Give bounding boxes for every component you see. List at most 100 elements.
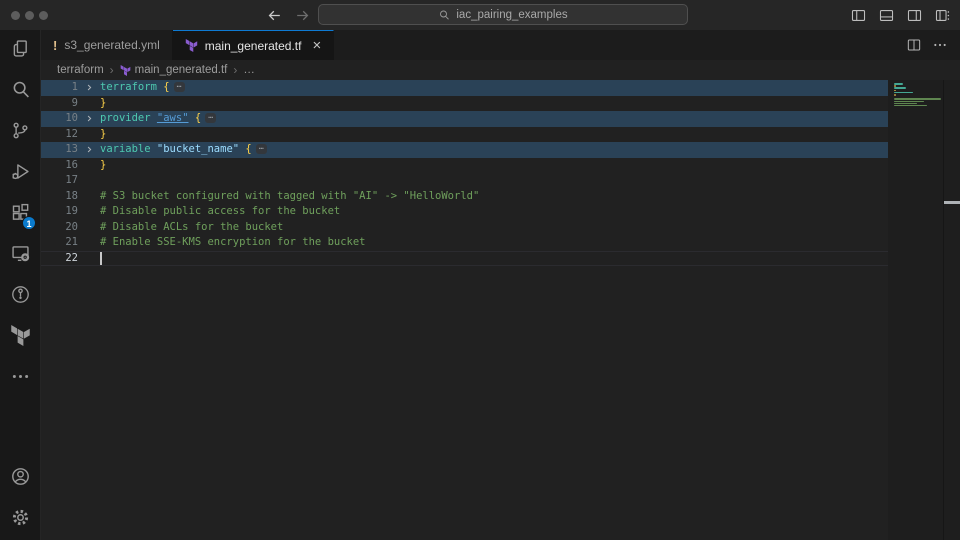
code-line-12[interactable]: 12} — [41, 127, 960, 143]
activity-item-gitlens[interactable] — [0, 276, 41, 317]
minimap-line — [894, 101, 924, 103]
code-line-18[interactable]: 18 # S3 bucket configured with tagged wit… — [41, 189, 960, 205]
activity-item-search[interactable] — [0, 71, 41, 112]
line-number[interactable]: 21 — [41, 235, 78, 251]
search-icon — [438, 9, 450, 21]
fold-chevron-icon[interactable] — [78, 111, 100, 127]
gitlens-icon — [10, 284, 31, 310]
tab-main_generated.tf[interactable]: main_generated.tf× — [173, 30, 335, 60]
breadcrumb-label: terraform — [57, 64, 104, 76]
back-button[interactable] — [266, 7, 283, 24]
code-line-16[interactable]: 16} — [41, 158, 960, 174]
line-number[interactable]: 1 — [41, 80, 78, 96]
close-window-button[interactable] — [11, 11, 20, 20]
toggle-primary-sidebar-icon[interactable] — [850, 7, 867, 24]
toggle-panel-icon[interactable] — [878, 7, 895, 24]
line-number[interactable]: 13 — [41, 142, 78, 158]
code-line-13[interactable]: 13variable "bucket_name" {⋯ — [41, 142, 960, 158]
code-editor[interactable]: 1terraform {⋯9}10provider "aws" {⋯12}13v… — [41, 80, 960, 540]
terraform-icon — [185, 39, 198, 52]
line-number[interactable]: 10 — [41, 111, 78, 127]
activity-item-manage[interactable] — [0, 499, 41, 540]
fold-chevron-icon[interactable] — [78, 80, 100, 96]
line-number[interactable]: 16 — [41, 158, 78, 174]
breadcrumb-item-…[interactable]: … — [243, 64, 255, 76]
tab-label: s3_generated.yml — [64, 38, 159, 52]
code-line-1[interactable]: 1terraform {⋯ — [41, 80, 960, 96]
close-tab-icon[interactable]: × — [312, 38, 321, 53]
activity-item-extensions[interactable]: 1 — [0, 194, 41, 235]
token-br: } — [100, 159, 106, 171]
files-icon — [10, 38, 31, 64]
activity-item-additional-views[interactable] — [0, 358, 41, 399]
token-cm: # Disable ACLs for the bucket — [100, 221, 283, 233]
code-line-22[interactable]: 22 — [41, 251, 960, 267]
extensions-badge: 1 — [22, 216, 36, 230]
token-strlink: "aws" — [157, 112, 189, 124]
token-br: { — [245, 143, 251, 155]
editor-actions — [906, 30, 960, 60]
folded-code-ellipsis[interactable]: ⋯ — [256, 144, 267, 154]
tab-s3_generated.yml[interactable]: !s3_generated.yml — [41, 30, 173, 60]
line-number[interactable]: 22 — [41, 251, 78, 267]
line-number[interactable]: 12 — [41, 127, 78, 143]
minimap-line — [894, 92, 913, 94]
code-line-17[interactable]: 17 — [41, 173, 960, 189]
line-number[interactable]: 19 — [41, 204, 78, 220]
minimap-line — [894, 90, 896, 92]
activity-item-accounts[interactable] — [0, 458, 41, 499]
activity-item-remote-explorer[interactable] — [0, 235, 41, 276]
layout-controls — [850, 0, 951, 30]
minimize-window-button[interactable] — [25, 11, 34, 20]
customize-layout-icon[interactable] — [934, 7, 951, 24]
token-br: { — [163, 81, 169, 93]
code-text: # Enable SSE-KMS encryption for the buck… — [100, 235, 366, 251]
folded-code-ellipsis[interactable]: ⋯ — [205, 113, 216, 123]
code-line-10[interactable]: 10provider "aws" {⋯ — [41, 111, 960, 127]
line-number[interactable]: 20 — [41, 220, 78, 236]
activity-item-run-and-debug[interactable] — [0, 153, 41, 194]
activity-item-explorer[interactable] — [0, 30, 41, 71]
code-text: # S3 bucket configured with tagged with … — [100, 189, 479, 205]
breadcrumb-item-terraform[interactable]: terraform — [57, 64, 104, 76]
code-line-19[interactable]: 19 # Disable public access for the bucket — [41, 204, 960, 220]
settings-icon — [10, 507, 31, 533]
code-line-20[interactable]: 20 # Disable ACLs for the bucket — [41, 220, 960, 236]
split-editor-icon[interactable] — [906, 37, 922, 53]
token-kw: variable — [100, 143, 157, 155]
minimap-line — [894, 98, 941, 100]
breadcrumb-item-main_generated.tf[interactable]: main_generated.tf — [120, 64, 228, 76]
overview-ruler[interactable] — [943, 80, 960, 540]
zoom-window-button[interactable] — [39, 11, 48, 20]
traffic-lights — [11, 0, 48, 30]
toggle-secondary-sidebar-icon[interactable] — [906, 7, 923, 24]
breadcrumb-separator: › — [233, 63, 237, 77]
breadcrumb: terraform›main_generated.tf›… — [41, 60, 960, 80]
more-actions-icon[interactable] — [932, 37, 948, 53]
fold-chevron-icon[interactable] — [78, 142, 100, 158]
fold-gutter — [78, 96, 100, 112]
token-cm: # S3 bucket configured with tagged with … — [100, 190, 479, 202]
code-line-9[interactable]: 9} — [41, 96, 960, 112]
code-text: } — [100, 127, 106, 143]
line-number[interactable]: 17 — [41, 173, 78, 189]
breadcrumb-label: … — [243, 64, 255, 76]
code-text: variable "bucket_name" {⋯ — [100, 142, 267, 158]
line-number[interactable]: 9 — [41, 96, 78, 112]
source-control-icon — [10, 120, 31, 146]
token-cm: # Enable SSE-KMS encryption for the buck… — [100, 236, 366, 248]
activity-item-terraform[interactable] — [0, 317, 41, 358]
activity-item-source-control[interactable] — [0, 112, 41, 153]
minimap[interactable] — [894, 83, 942, 109]
minimap-zone — [888, 80, 960, 540]
folded-code-ellipsis[interactable]: ⋯ — [174, 82, 185, 92]
account-icon — [10, 466, 31, 492]
breadcrumb-label: main_generated.tf — [135, 64, 228, 76]
forward-button[interactable] — [294, 7, 311, 24]
terraform-icon — [10, 325, 31, 351]
line-number[interactable]: 18 — [41, 189, 78, 205]
command-center-search[interactable]: iac_pairing_examples — [318, 4, 688, 25]
code-text: # Disable public access for the bucket — [100, 204, 340, 220]
fold-gutter — [78, 251, 100, 267]
code-line-21[interactable]: 21 # Enable SSE-KMS encryption for the bu… — [41, 235, 960, 251]
